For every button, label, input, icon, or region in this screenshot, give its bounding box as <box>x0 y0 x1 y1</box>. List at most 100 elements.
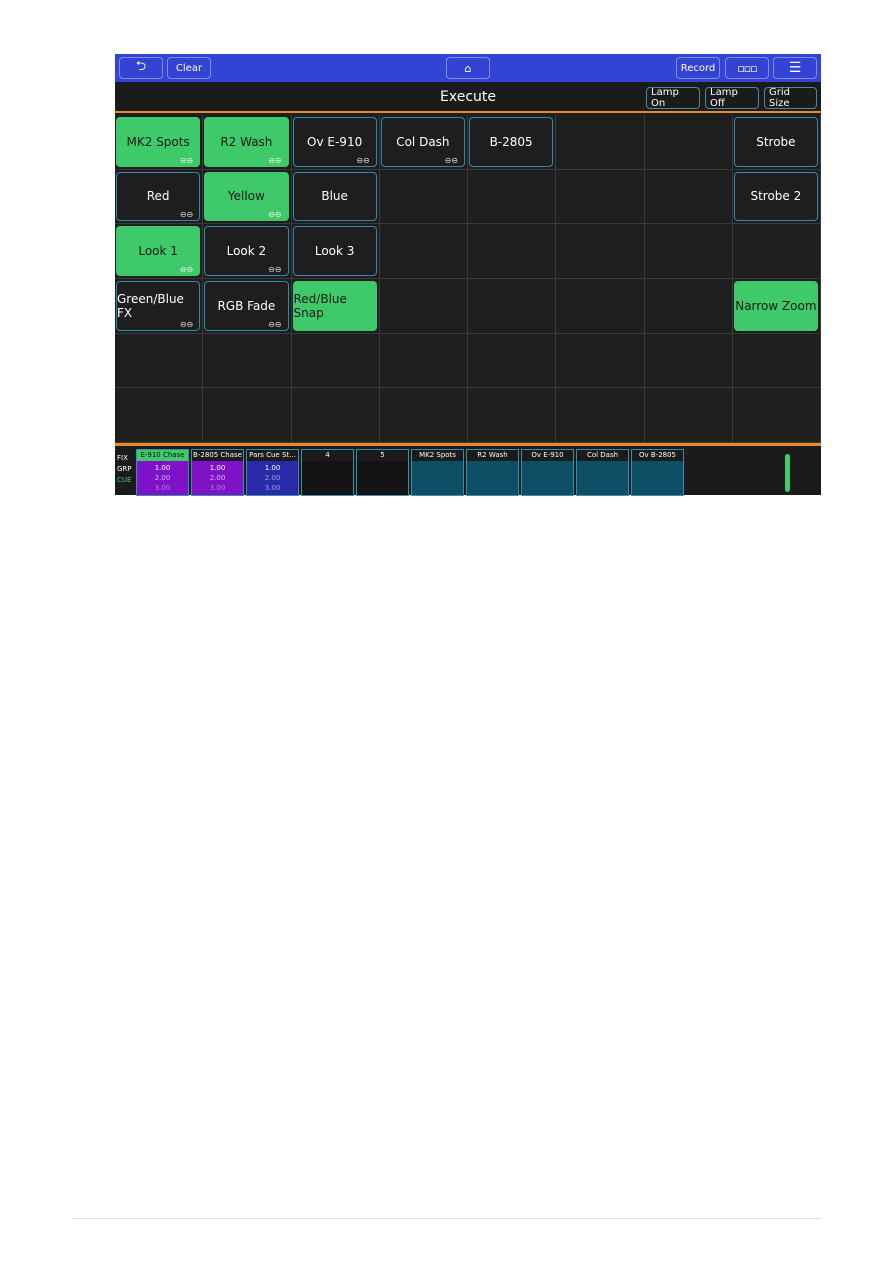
grid-cell[interactable] <box>115 333 204 389</box>
grid-cell[interactable] <box>644 115 733 170</box>
playback-name: R2 Wash <box>467 450 518 461</box>
menu-button[interactable]: ☰ <box>773 57 817 79</box>
execute-key[interactable]: B-2805 <box>469 117 554 167</box>
grid-cell[interactable] <box>644 388 733 443</box>
grid-cell[interactable] <box>732 388 821 443</box>
execute-key[interactable]: Red/Blue Snap <box>292 281 377 331</box>
grid-view-button[interactable]: ▫▫▫ <box>725 57 769 79</box>
grid-cell[interactable]: Look 3 <box>291 224 380 279</box>
grid-cell[interactable]: Narrow Zoom <box>732 279 821 334</box>
grid-cell[interactable] <box>732 224 821 279</box>
grid-cell[interactable]: Yellow ⊖⊖ <box>203 169 292 225</box>
key-label: Look 2 <box>226 244 267 259</box>
key-label: RGB Fade <box>217 298 276 313</box>
playback-button[interactable]: 5 <box>356 449 409 496</box>
grid-cell[interactable] <box>203 388 292 443</box>
grid-cell[interactable] <box>379 224 468 279</box>
grid-cell[interactable] <box>115 388 204 443</box>
grid-cell[interactable] <box>556 224 645 279</box>
grid-cell[interactable] <box>468 224 557 279</box>
execute-key[interactable]: Yellow ⊖⊖ <box>204 171 289 222</box>
grid-cell[interactable] <box>644 224 733 279</box>
grid-cell[interactable] <box>291 388 380 443</box>
playback-button[interactable]: Ov E-910 <box>521 449 574 496</box>
execute-key[interactable]: Look 2 ⊖⊖ <box>204 226 289 276</box>
grid-cell[interactable]: B-2805 <box>468 115 557 170</box>
grid-cell[interactable] <box>468 279 557 334</box>
grid-cell[interactable] <box>644 333 733 389</box>
link-icon: ⊖⊖ <box>268 264 282 274</box>
grid-cell[interactable] <box>556 333 645 389</box>
grid-cell[interactable]: Red/Blue Snap <box>291 279 380 334</box>
grid-cell[interactable] <box>556 279 645 334</box>
playback-button[interactable]: Pars Cue St... 1.00 2.00 3.00 <box>246 449 299 496</box>
grid-cell[interactable] <box>468 333 557 389</box>
grid-cell[interactable]: Look 1 ⊖⊖ <box>115 224 204 279</box>
execute-key[interactable]: Red ⊖⊖ <box>116 171 201 222</box>
home-button[interactable]: ⌂ <box>446 57 490 79</box>
clear-button[interactable]: Clear <box>167 57 211 79</box>
key-label: Blue <box>321 189 348 204</box>
playback-button[interactable]: B-2805 Chase 1.00 2.00 3.00 <box>191 449 244 496</box>
execute-key[interactable]: Ov E-910 ⊖⊖ <box>292 117 377 167</box>
grid-cell[interactable]: Red ⊖⊖ <box>115 169 204 225</box>
execute-key[interactable]: Blue <box>292 171 377 222</box>
playback-button[interactable]: Ov B-2805 <box>631 449 684 496</box>
grid-cell[interactable] <box>556 115 645 170</box>
grid-cell[interactable]: Strobe <box>732 115 821 170</box>
execute-key[interactable]: MK2 Spots ⊖⊖ <box>116 117 201 167</box>
playback-name: MK2 Spots <box>412 450 463 461</box>
key-label: Strobe 2 <box>750 189 802 204</box>
lamp-on-button[interactable]: Lamp On <box>646 87 700 109</box>
grid-cell[interactable]: RGB Fade ⊖⊖ <box>203 279 292 334</box>
grid-cell[interactable] <box>644 169 733 225</box>
grid-cell[interactable] <box>556 388 645 443</box>
execute-key[interactable]: Green/Blue FX ⊖⊖ <box>116 281 201 331</box>
playback-button[interactable]: R2 Wash <box>466 449 519 496</box>
grid-cell[interactable] <box>556 169 645 225</box>
execute-key[interactable]: R2 Wash ⊖⊖ <box>204 117 289 167</box>
grid-cell[interactable]: Look 2 ⊖⊖ <box>203 224 292 279</box>
grid-size-button[interactable]: Grid Size <box>764 87 817 109</box>
key-label: Red/Blue Snap <box>293 291 347 320</box>
grid-cell[interactable] <box>291 333 380 389</box>
grid-cell[interactable] <box>379 279 468 334</box>
execute-key[interactable]: Col Dash ⊖⊖ <box>380 117 465 167</box>
playback-name: Ov E-910 <box>522 450 573 461</box>
cue-number: 3.00 <box>209 484 226 492</box>
grid-cell[interactable]: Ov E-910 ⊖⊖ <box>291 115 380 170</box>
link-icon: ⊖⊖ <box>179 319 194 329</box>
playback-button[interactable]: E-910 Chase 1.00 2.00 3.00 <box>136 449 189 496</box>
grid-cell[interactable]: Strobe 2 <box>732 169 821 225</box>
grid-cell[interactable] <box>732 333 821 389</box>
playback-body <box>302 461 353 495</box>
grid-cell[interactable] <box>644 279 733 334</box>
key-label: Look 1 <box>138 244 178 259</box>
master-fader[interactable] <box>785 454 790 492</box>
grid-cell[interactable]: MK2 Spots ⊖⊖ <box>115 115 204 170</box>
grid-cell[interactable] <box>468 388 557 443</box>
record-button[interactable]: Record <box>676 57 720 79</box>
grid-cell[interactable] <box>379 169 468 225</box>
execute-key[interactable]: Strobe <box>733 117 818 167</box>
playback-button[interactable]: Col Dash <box>576 449 629 496</box>
execute-key[interactable]: Strobe 2 <box>733 171 818 222</box>
playback-body <box>357 461 408 495</box>
lamp-off-button[interactable]: Lamp Off <box>705 87 759 109</box>
playback-button[interactable]: 4 <box>301 449 354 496</box>
back-button[interactable]: ⮌ <box>119 57 163 79</box>
execute-key[interactable]: RGB Fade ⊖⊖ <box>204 281 289 331</box>
grid-cell[interactable] <box>379 333 468 389</box>
grid-cell[interactable]: R2 Wash ⊖⊖ <box>203 115 292 170</box>
grid-cell[interactable] <box>379 388 468 443</box>
execute-key[interactable]: Look 3 <box>292 226 377 276</box>
playback-body <box>412 461 463 495</box>
grid-cell[interactable] <box>203 333 292 389</box>
grid-cell[interactable]: Green/Blue FX ⊖⊖ <box>115 279 204 334</box>
grid-cell[interactable]: Col Dash ⊖⊖ <box>379 115 468 170</box>
grid-cell[interactable]: Blue <box>291 169 380 225</box>
grid-cell[interactable] <box>468 169 557 225</box>
playback-button[interactable]: MK2 Spots <box>411 449 464 496</box>
execute-key[interactable]: Narrow Zoom <box>733 281 818 331</box>
execute-key[interactable]: Look 1 ⊖⊖ <box>116 226 201 276</box>
